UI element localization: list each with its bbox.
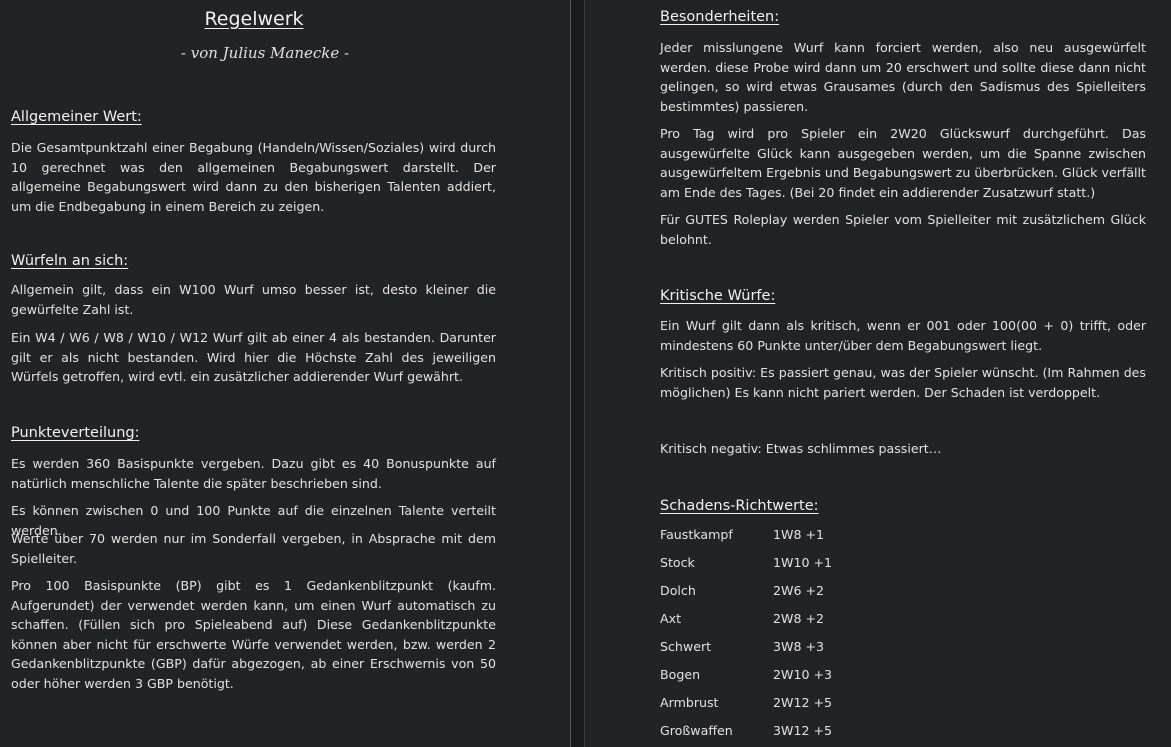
left-page: Regelwerk - von Julius Manecke - Allgeme… bbox=[0, 0, 570, 747]
paragraph-allgemeiner-wert: Die Gesamtpunktzahl einer Begabung (Hand… bbox=[11, 140, 496, 214]
page-divider bbox=[570, 0, 585, 747]
paragraph-wuerfeln-2: Ein W4 / W6 / W8 / W10 / W12 Wurf gilt a… bbox=[11, 330, 496, 385]
damage-weapon-name: Faustkampf bbox=[660, 527, 733, 542]
damage-value: 2W6 +2 bbox=[773, 583, 825, 598]
paragraph-kritisch-2: Kritisch positiv: Es passiert genau, was… bbox=[660, 365, 1146, 400]
damage-value: 2W12 +5 bbox=[773, 695, 833, 710]
paragraph-punkte-4: Pro 100 Basispunkte (BP) gibt es 1 Gedan… bbox=[11, 578, 496, 691]
paragraph-besonderheiten-2: Pro Tag wird pro Spieler ein 2W20 Glücks… bbox=[660, 126, 1146, 200]
damage-value: 1W8 +1 bbox=[773, 527, 825, 542]
damage-value: 3W12 +5 bbox=[773, 723, 833, 738]
damage-value: 2W10 +3 bbox=[773, 667, 833, 682]
damage-value: 3W8 +3 bbox=[773, 639, 825, 654]
damage-weapon-name: Bogen bbox=[660, 667, 701, 682]
paragraph-wuerfeln-1: Allgemein gilt, dass ein W100 Wurf umso … bbox=[11, 282, 496, 317]
heading-kritische-wuerfe: Kritische Würfe: bbox=[660, 288, 776, 304]
damage-weapon-name: Axt bbox=[660, 611, 682, 626]
damage-value: 1W10 +1 bbox=[773, 555, 833, 570]
paragraph-besonderheiten-3: Für GUTES Roleplay werden Spieler vom Sp… bbox=[660, 212, 1146, 247]
damage-weapon-name: Armbrust bbox=[660, 695, 719, 710]
author-line: - von Julius Manecke - bbox=[180, 44, 350, 62]
paragraph-punkte-3: Werte über 70 werden nur im Sonderfall v… bbox=[11, 531, 496, 566]
damage-weapon-name: Dolch bbox=[660, 583, 696, 598]
heading-schadens-richtwerte: Schadens-Richtwerte: bbox=[660, 498, 819, 514]
paragraph-punkte-1: Es werden 360 Basispunkte vergeben. Dazu… bbox=[11, 456, 496, 491]
paragraph-besonderheiten-1: Jeder misslungene Wurf kann forciert wer… bbox=[660, 40, 1146, 114]
damage-weapon-name: Schwert bbox=[660, 639, 712, 654]
page-title: Regelwerk bbox=[204, 8, 304, 30]
paragraph-kritisch-3: Kritisch negativ: Etwas schlimmes passie… bbox=[660, 441, 942, 456]
damage-weapon-name: Stock bbox=[660, 555, 695, 570]
damage-value: 2W8 +2 bbox=[773, 611, 825, 626]
heading-besonderheiten: Besonderheiten: bbox=[660, 9, 780, 25]
damage-weapon-name: Großwaffen bbox=[660, 723, 733, 738]
paragraph-kritisch-1: Ein Wurf gilt dann als kritisch, wenn er… bbox=[660, 318, 1146, 353]
heading-punkteverteilung: Punkteverteilung: bbox=[11, 425, 140, 441]
heading-wuerfeln: Würfeln an sich: bbox=[11, 253, 129, 269]
heading-allgemeiner-wert: Allgemeiner Wert: bbox=[11, 109, 142, 125]
right-page: Besonderheiten: Jeder misslungene Wurf k… bbox=[585, 0, 1171, 747]
